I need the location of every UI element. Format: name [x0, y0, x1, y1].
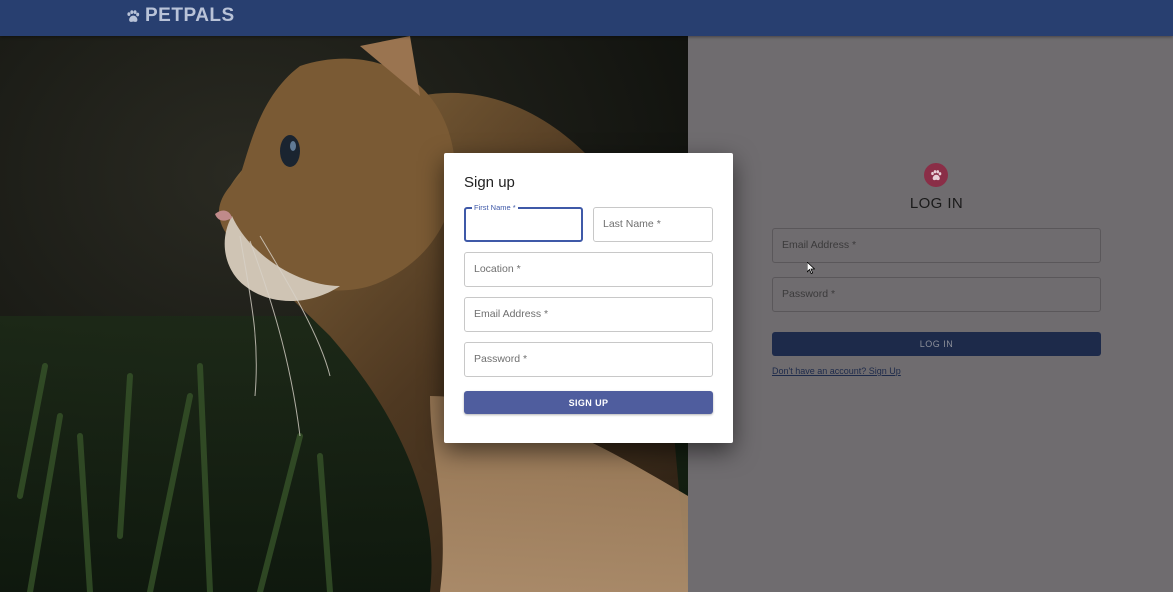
- paw-icon: [127, 9, 140, 22]
- login-email-label: Email Address *: [782, 239, 857, 251]
- last-name-label: Last Name *: [603, 218, 661, 230]
- login-avatar: [924, 163, 948, 187]
- login-password-label: Password *: [782, 288, 836, 300]
- password-field[interactable]: Password *: [464, 342, 713, 377]
- email-field[interactable]: Email Address *: [464, 297, 713, 332]
- email-label: Email Address *: [474, 308, 549, 320]
- login-panel: LOG IN Email Address * Password * LOG IN…: [688, 36, 1173, 592]
- signup-button[interactable]: SIGN UP: [464, 391, 713, 414]
- location-field[interactable]: Location *: [464, 252, 713, 287]
- brand-name: PETPALS: [145, 5, 235, 26]
- login-email-field[interactable]: Email Address *: [772, 228, 1101, 263]
- paw-icon: [931, 169, 942, 180]
- login-button[interactable]: LOG IN: [772, 332, 1101, 356]
- signup-dialog: Sign up First Name * Last Name * Locatio…: [444, 153, 733, 443]
- first-name-field[interactable]: First Name *: [464, 203, 583, 242]
- brand-logo[interactable]: PETPALS: [126, 5, 235, 27]
- signup-link[interactable]: Don't have an account? Sign Up: [772, 366, 901, 376]
- login-title: LOG IN: [909, 195, 964, 212]
- login-password-field[interactable]: Password *: [772, 277, 1101, 312]
- mouse-cursor-icon: [807, 262, 815, 274]
- dialog-title: Sign up: [464, 174, 515, 191]
- location-label: Location *: [474, 263, 521, 275]
- last-name-field[interactable]: Last Name *: [593, 207, 713, 242]
- password-label: Password *: [474, 353, 528, 365]
- app-bar: PETPALS: [0, 0, 1173, 36]
- first-name-input[interactable]: [466, 209, 581, 240]
